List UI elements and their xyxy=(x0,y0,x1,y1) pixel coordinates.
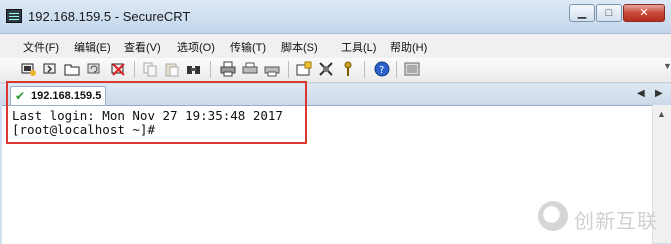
close-button[interactable]: ✕ xyxy=(623,4,665,22)
print-setup-icon[interactable] xyxy=(242,61,258,77)
print-icon[interactable] xyxy=(220,61,236,77)
find-icon[interactable] xyxy=(186,61,202,77)
minimize-button[interactable]: ▁ xyxy=(569,4,595,22)
global-options-icon[interactable] xyxy=(318,61,334,77)
sftp-icon[interactable] xyxy=(404,61,420,77)
disconnect-icon[interactable] xyxy=(110,61,126,77)
watermark-logo-icon xyxy=(538,201,568,231)
paste-icon[interactable] xyxy=(164,61,180,77)
toolbar-overflow-icon[interactable]: ▼ xyxy=(663,62,671,78)
toolbar-separator xyxy=(134,61,135,78)
toolbar: ? ▼ xyxy=(0,58,671,83)
menu-bar: 文件(F) 编辑(E) 查看(V) 选项(O) 传输(T) 脚本(S) 工具(L… xyxy=(0,34,671,59)
toolbar-separator xyxy=(288,61,289,78)
quick-connect-icon[interactable] xyxy=(42,61,58,77)
reconnect-icon[interactable] xyxy=(86,61,102,77)
log-icon[interactable] xyxy=(264,61,280,77)
toolbar-separator xyxy=(364,61,365,78)
menu-help[interactable]: 帮助(H) xyxy=(390,39,427,55)
keymap-icon[interactable] xyxy=(340,61,356,77)
watermark-logo: 创新互联 xyxy=(538,199,668,235)
svg-text:?: ? xyxy=(379,65,384,76)
copy-icon[interactable] xyxy=(142,61,158,77)
tab-scroll-right-icon[interactable]: ▶ xyxy=(655,88,663,99)
scroll-up-icon[interactable]: ▲ xyxy=(657,109,666,119)
connect-icon[interactable] xyxy=(20,61,36,77)
maximize-button[interactable]: □ xyxy=(596,4,622,22)
menu-script[interactable]: 脚本(S) xyxy=(281,39,318,55)
menu-options[interactable]: 选项(O) xyxy=(177,39,215,55)
menu-file[interactable]: 文件(F) xyxy=(23,39,59,55)
menu-edit[interactable]: 编辑(E) xyxy=(74,39,111,55)
menu-view[interactable]: 查看(V) xyxy=(124,39,161,55)
menu-transfer[interactable]: 传输(T) xyxy=(230,39,266,55)
connect-tab-icon[interactable] xyxy=(64,61,80,77)
window-title: 192.168.159.5 - SecureCRT xyxy=(28,9,191,24)
watermark-text: 创新互联 xyxy=(574,209,658,233)
title-bar: 192.168.159.5 - SecureCRT ▁ □ ✕ xyxy=(0,0,671,34)
toolbar-separator xyxy=(210,61,211,78)
securecrt-app-icon[interactable] xyxy=(6,9,22,23)
tab-scroll-left-icon[interactable]: ◀ xyxy=(637,88,645,99)
toolbar-separator xyxy=(396,61,397,78)
highlight-annotation-box xyxy=(6,81,307,144)
session-options-icon[interactable] xyxy=(296,61,312,77)
help-icon[interactable]: ? xyxy=(374,61,390,77)
menu-tools[interactable]: 工具(L) xyxy=(341,39,376,55)
